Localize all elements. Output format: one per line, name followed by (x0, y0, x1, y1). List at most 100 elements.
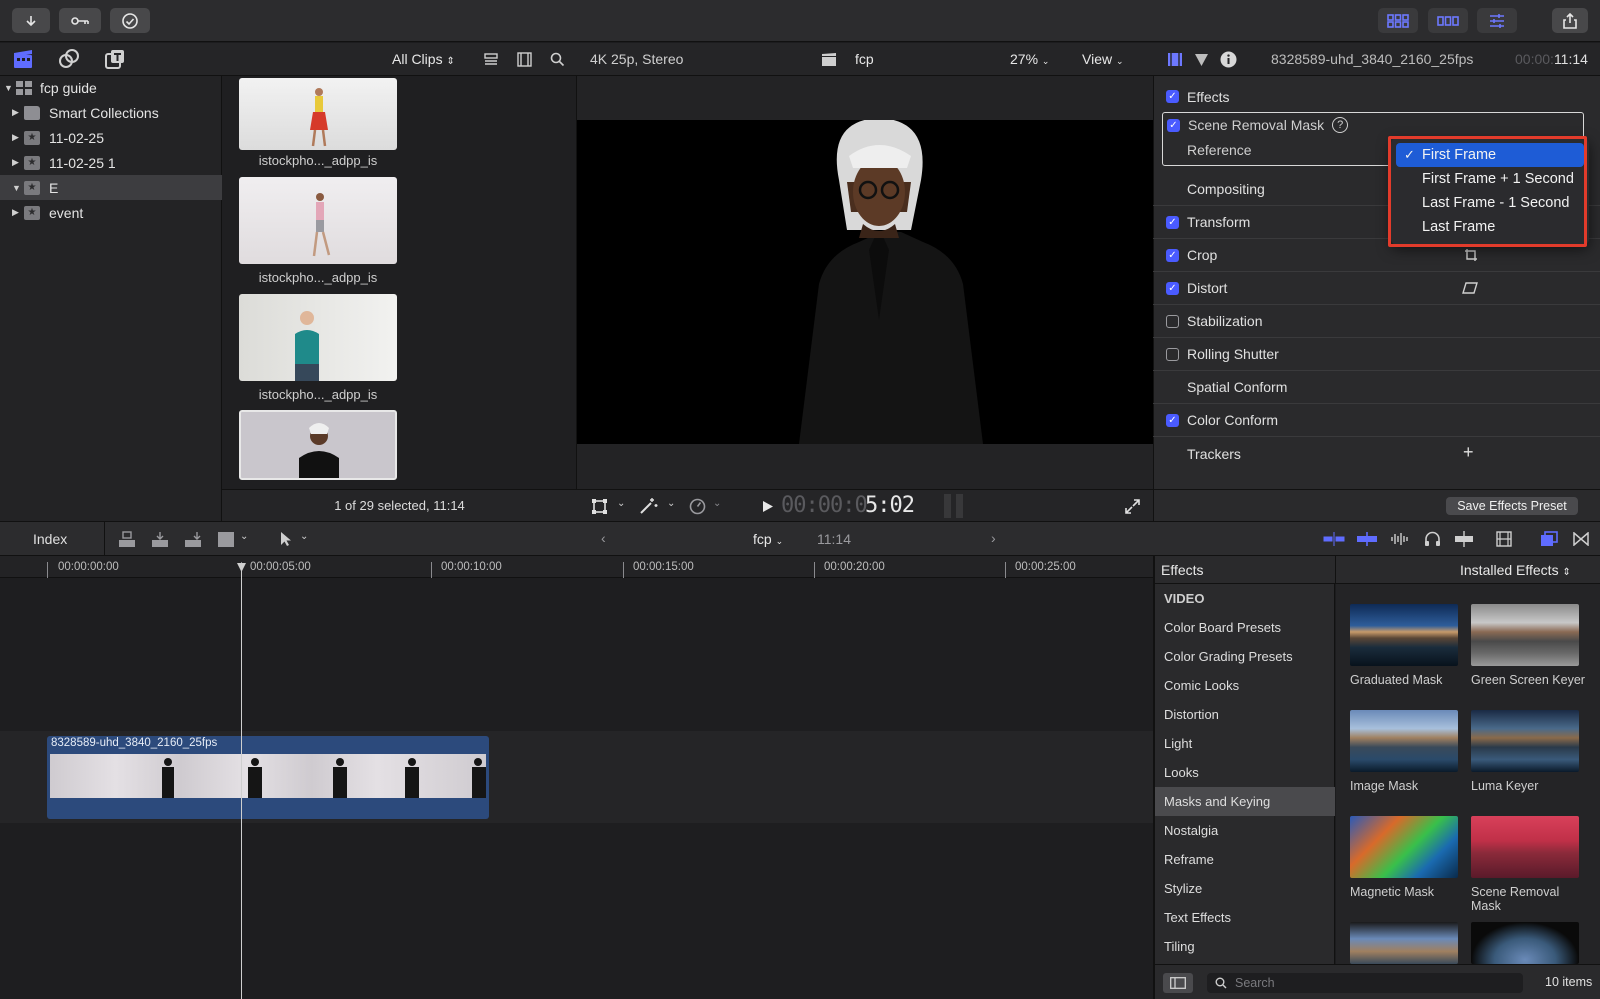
effects-category[interactable]: Distortion (1155, 700, 1335, 729)
transform-icon[interactable] (591, 498, 608, 515)
disclosure-closed-icon[interactable]: ▶ (12, 132, 22, 143)
library-item-smart-collections[interactable]: ▶ Smart Collections (0, 100, 222, 125)
effect-tile-green-screen-keyer[interactable] (1471, 604, 1579, 666)
skimming-icon[interactable] (1323, 532, 1345, 546)
import-button[interactable] (12, 8, 50, 33)
append-clip-icon[interactable] (184, 531, 202, 548)
color-conform-checkbox[interactable] (1166, 413, 1179, 427)
libraries-icon[interactable] (12, 48, 34, 70)
disclosure-open-icon[interactable]: ▼ (4, 83, 14, 93)
audio-skimming-icon[interactable] (1356, 532, 1378, 546)
clip-thumbnail[interactable] (239, 294, 397, 381)
background-tasks-button[interactable] (110, 8, 150, 33)
filmstrip-icon[interactable] (517, 52, 532, 67)
effects-checkbox[interactable] (1166, 90, 1179, 103)
effects-search-field[interactable]: Search (1207, 973, 1523, 993)
rolling-shutter-checkbox[interactable] (1166, 347, 1179, 361)
titles-generators-icon[interactable] (104, 48, 126, 70)
share-button[interactable] (1552, 8, 1588, 33)
disclosure-closed-icon[interactable]: ▶ (12, 157, 22, 168)
connect-clip-icon[interactable] (118, 531, 136, 548)
show-browser-button[interactable] (1378, 8, 1418, 33)
chevron-down-icon[interactable]: ⌄ (240, 531, 248, 542)
search-icon[interactable] (550, 52, 565, 67)
effect-tile-luma-keyer[interactable] (1471, 710, 1579, 772)
add-tracker-button[interactable]: + (1463, 442, 1474, 463)
chevron-down-icon[interactable]: ⌄ (617, 498, 625, 509)
effects-category[interactable]: Color Grading Presets (1155, 642, 1335, 671)
clip-thumbnail[interactable] (239, 177, 397, 264)
clip-thumbnail-selected[interactable] (239, 410, 397, 480)
retime-speed-icon[interactable] (689, 498, 706, 515)
project-popup[interactable]: fcp ⌄ (753, 531, 783, 547)
effects-browser-icon[interactable] (1540, 531, 1558, 547)
insert-clip-icon[interactable] (151, 531, 169, 548)
effects-category[interactable]: Comic Looks (1155, 671, 1335, 700)
overwrite-clip-icon[interactable] (217, 531, 235, 548)
playhead[interactable] (241, 563, 242, 999)
photos-audio-icon[interactable] (58, 48, 80, 70)
effects-category[interactable]: Tiling (1155, 932, 1335, 961)
timeline-ruler[interactable]: 00:00:00:00 00:00:05:00 00:00:10:00 00:0… (0, 556, 1153, 578)
headphones-icon[interactable] (1424, 531, 1441, 547)
transitions-browser-icon[interactable] (1573, 532, 1589, 546)
chevron-down-icon[interactable]: ⌄ (300, 531, 308, 542)
waveform-icon[interactable] (1390, 532, 1410, 546)
clip-appearance-icon[interactable] (1496, 531, 1512, 547)
info-icon[interactable] (1220, 51, 1237, 68)
select-tool-icon[interactable] (280, 531, 292, 547)
effect-tile-scene-removal-mask[interactable] (1471, 816, 1579, 878)
distort-checkbox[interactable] (1166, 281, 1179, 295)
play-icon[interactable] (762, 500, 774, 513)
effects-filter-popup[interactable]: Installed Effects ⇕ (1460, 562, 1571, 578)
list-view-icon[interactable] (484, 53, 498, 67)
crop-onscreen-icon[interactable] (1464, 248, 1478, 262)
timeline-index-button[interactable]: Index (33, 531, 67, 547)
magic-wand-icon[interactable] (639, 497, 658, 515)
effects-category[interactable]: Color Board Presets (1155, 613, 1335, 642)
timeline-clip[interactable]: 8328589-uhd_3840_2160_25fps (47, 736, 489, 819)
crop-checkbox[interactable] (1166, 248, 1179, 262)
view-popup[interactable]: View ⌄ (1082, 51, 1124, 67)
chevron-down-icon[interactable]: ⌄ (713, 498, 721, 509)
clip-filter-popup[interactable]: All Clips ⇕ (392, 51, 455, 67)
effects-category[interactable]: Reframe (1155, 845, 1335, 874)
effect-tile[interactable] (1350, 922, 1458, 964)
zoom-popup[interactable]: 27% ⌄ (1010, 51, 1049, 67)
library-item-event[interactable]: ▶ ★ 11-02-25 (0, 125, 222, 150)
effect-tile-image-mask[interactable] (1350, 710, 1458, 772)
viewer-frame[interactable] (577, 120, 1153, 444)
color-inspector-icon[interactable] (1194, 52, 1209, 67)
video-inspector-icon[interactable] (1167, 52, 1183, 67)
transform-checkbox[interactable] (1166, 215, 1179, 229)
forward-chevron-icon[interactable]: › (991, 530, 996, 546)
keywords-button[interactable] (59, 8, 101, 33)
library-item-event[interactable]: ▶ ★ 11-02-25 1 (0, 150, 222, 175)
effect-tile-magnetic-mask[interactable] (1350, 816, 1458, 878)
effects-category[interactable]: Stylize (1155, 874, 1335, 903)
scene-removal-mask-checkbox[interactable] (1167, 118, 1180, 132)
effects-category[interactable]: Nostalgia (1155, 816, 1335, 845)
effects-category[interactable]: Text Effects (1155, 903, 1335, 932)
library-fcp-guide[interactable]: ▼ fcp guide (0, 75, 222, 100)
clip-thumbnail[interactable] (239, 78, 397, 150)
back-chevron-icon[interactable]: ‹ (601, 530, 606, 546)
effect-tile-graduated-mask[interactable] (1350, 604, 1458, 666)
effects-category-selected[interactable]: Masks and Keying (1155, 787, 1335, 816)
library-item-event-selected[interactable]: ▼ ★ E (0, 175, 222, 200)
effects-category[interactable]: Looks (1155, 758, 1335, 787)
sidebar-toggle-button[interactable] (1163, 973, 1193, 993)
show-inspector-button[interactable] (1477, 8, 1517, 33)
fullscreen-icon[interactable] (1125, 499, 1140, 514)
help-icon[interactable]: ? (1332, 117, 1349, 133)
save-effects-preset-button[interactable]: Save Effects Preset (1446, 497, 1578, 515)
disclosure-closed-icon[interactable]: ▶ (12, 107, 22, 118)
distort-onscreen-icon[interactable] (1462, 282, 1478, 294)
chevron-down-icon[interactable]: ⌄ (667, 498, 675, 509)
effects-section-video[interactable]: VIDEO (1155, 584, 1335, 613)
effect-tile[interactable] (1471, 922, 1579, 964)
effects-category[interactable]: Light (1155, 729, 1335, 758)
disclosure-closed-icon[interactable]: ▶ (12, 207, 22, 218)
library-item-event[interactable]: ▶ ★ event (0, 200, 222, 225)
show-timeline-button[interactable] (1428, 8, 1468, 33)
